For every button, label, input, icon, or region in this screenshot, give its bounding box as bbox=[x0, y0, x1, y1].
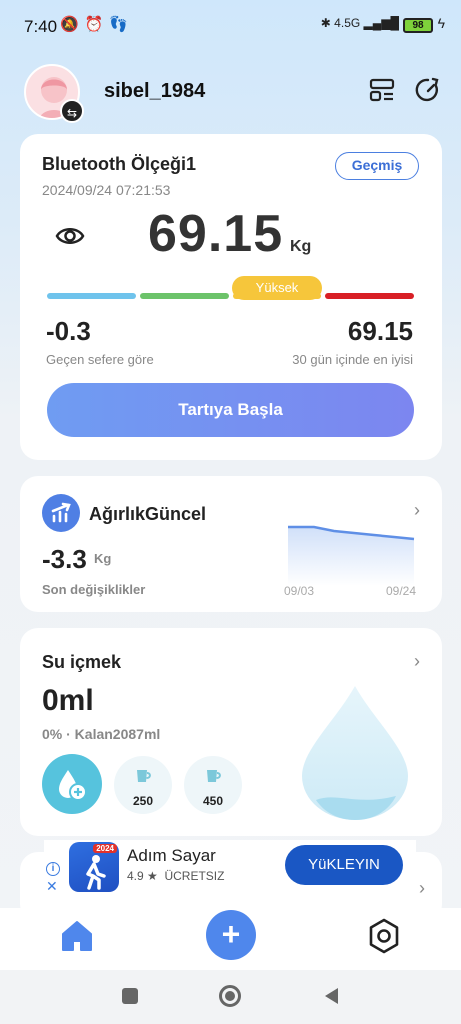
ad-info-icon[interactable]: i bbox=[46, 862, 60, 876]
best-label: 30 gün içinde en iyisi bbox=[292, 352, 413, 367]
cup-250-button[interactable]: 250 bbox=[114, 756, 172, 814]
status-badge: Yüksek bbox=[232, 276, 322, 300]
status-time: 7:40 bbox=[24, 17, 58, 36]
weight-unit: Kg bbox=[290, 238, 312, 255]
add-button[interactable]: + bbox=[206, 910, 256, 960]
ad-app-meta: 4.9 ★ ÜCRETSIZ bbox=[127, 869, 224, 883]
ad-logo-badge: 2024 bbox=[93, 844, 117, 853]
chevron-right-icon[interactable]: › bbox=[414, 651, 420, 672]
trend-label: Son değişiklikler bbox=[42, 582, 146, 597]
charging-icon: ϟ bbox=[437, 15, 445, 31]
recents-icon[interactable] bbox=[122, 988, 138, 1004]
trend-unit: Kg bbox=[94, 551, 112, 566]
chevron-right-icon[interactable]: › bbox=[414, 500, 420, 521]
weight-sparkline bbox=[288, 525, 415, 586]
back-icon[interactable] bbox=[322, 986, 340, 1011]
best-value: 69.15 bbox=[347, 316, 413, 346]
history-button[interactable]: Geçmiş bbox=[335, 152, 419, 180]
refresh-icon[interactable] bbox=[414, 76, 444, 106]
eye-icon[interactable] bbox=[54, 222, 86, 250]
range-bar-normal bbox=[140, 293, 229, 299]
change-value: -0.3 bbox=[46, 316, 91, 346]
trend-up-icon bbox=[42, 494, 80, 532]
water-title: Su içmek bbox=[42, 652, 122, 672]
status-left-icons: 🔕⏰👣 bbox=[60, 16, 135, 33]
ad-close-icon[interactable]: ✕ bbox=[46, 878, 58, 895]
sparkline-end-date: 09/24 bbox=[386, 584, 417, 598]
settings-icon[interactable] bbox=[367, 918, 401, 959]
weight-value: 69.15 bbox=[148, 205, 284, 263]
range-bar-low bbox=[47, 293, 136, 299]
status-bar: 7:40 🔕⏰👣 ✱ 4.5G ▂▄▆█ 98 ϟ bbox=[0, 0, 461, 56]
change-label: Geçen sefere göre bbox=[46, 352, 154, 367]
trend-value: -3.3 bbox=[42, 544, 87, 574]
water-drop-icon bbox=[302, 686, 408, 820]
scale-name: Bluetooth Ölçeği1 bbox=[42, 154, 197, 174]
ad-price: ÜCRETSIZ bbox=[164, 869, 225, 883]
username[interactable]: sibel_1984 bbox=[104, 80, 205, 103]
ad-app-name[interactable]: Adım Sayar bbox=[127, 846, 216, 866]
measurement-datetime: 2024/09/24 07:21:53 bbox=[42, 182, 171, 198]
status-signal-icons: ✱ 4.5G ▂▄▆█ bbox=[320, 16, 399, 30]
ad-rating: 4.9 ★ bbox=[127, 869, 158, 883]
trend-title: AğırlıkGüncel bbox=[89, 504, 207, 524]
chevron-right-icon[interactable]: › bbox=[419, 878, 425, 899]
home-icon[interactable] bbox=[60, 920, 94, 957]
ad-app-logo[interactable]: 2024 bbox=[69, 842, 119, 892]
swap-icon[interactable]: ⇆ bbox=[60, 99, 84, 123]
device-icon[interactable] bbox=[368, 76, 398, 106]
ad-install-button[interactable]: YüKLEYIN bbox=[285, 845, 403, 885]
cup-450-button[interactable]: 450 bbox=[184, 756, 242, 814]
start-weighing-button[interactable]: Tartıya Başla bbox=[47, 383, 414, 437]
cup-label: 250 bbox=[132, 794, 154, 808]
range-bar-very-high bbox=[325, 293, 414, 299]
water-progress-text: 0% · Kalan2087ml bbox=[42, 726, 161, 742]
add-water-button[interactable] bbox=[42, 754, 102, 814]
home-nav-icon[interactable] bbox=[219, 985, 241, 1007]
battery-icon: 98 bbox=[403, 18, 433, 33]
water-amount: 0ml bbox=[42, 684, 94, 717]
sparkline-start-date: 09/03 bbox=[284, 584, 315, 598]
cup-label: 450 bbox=[202, 794, 224, 808]
